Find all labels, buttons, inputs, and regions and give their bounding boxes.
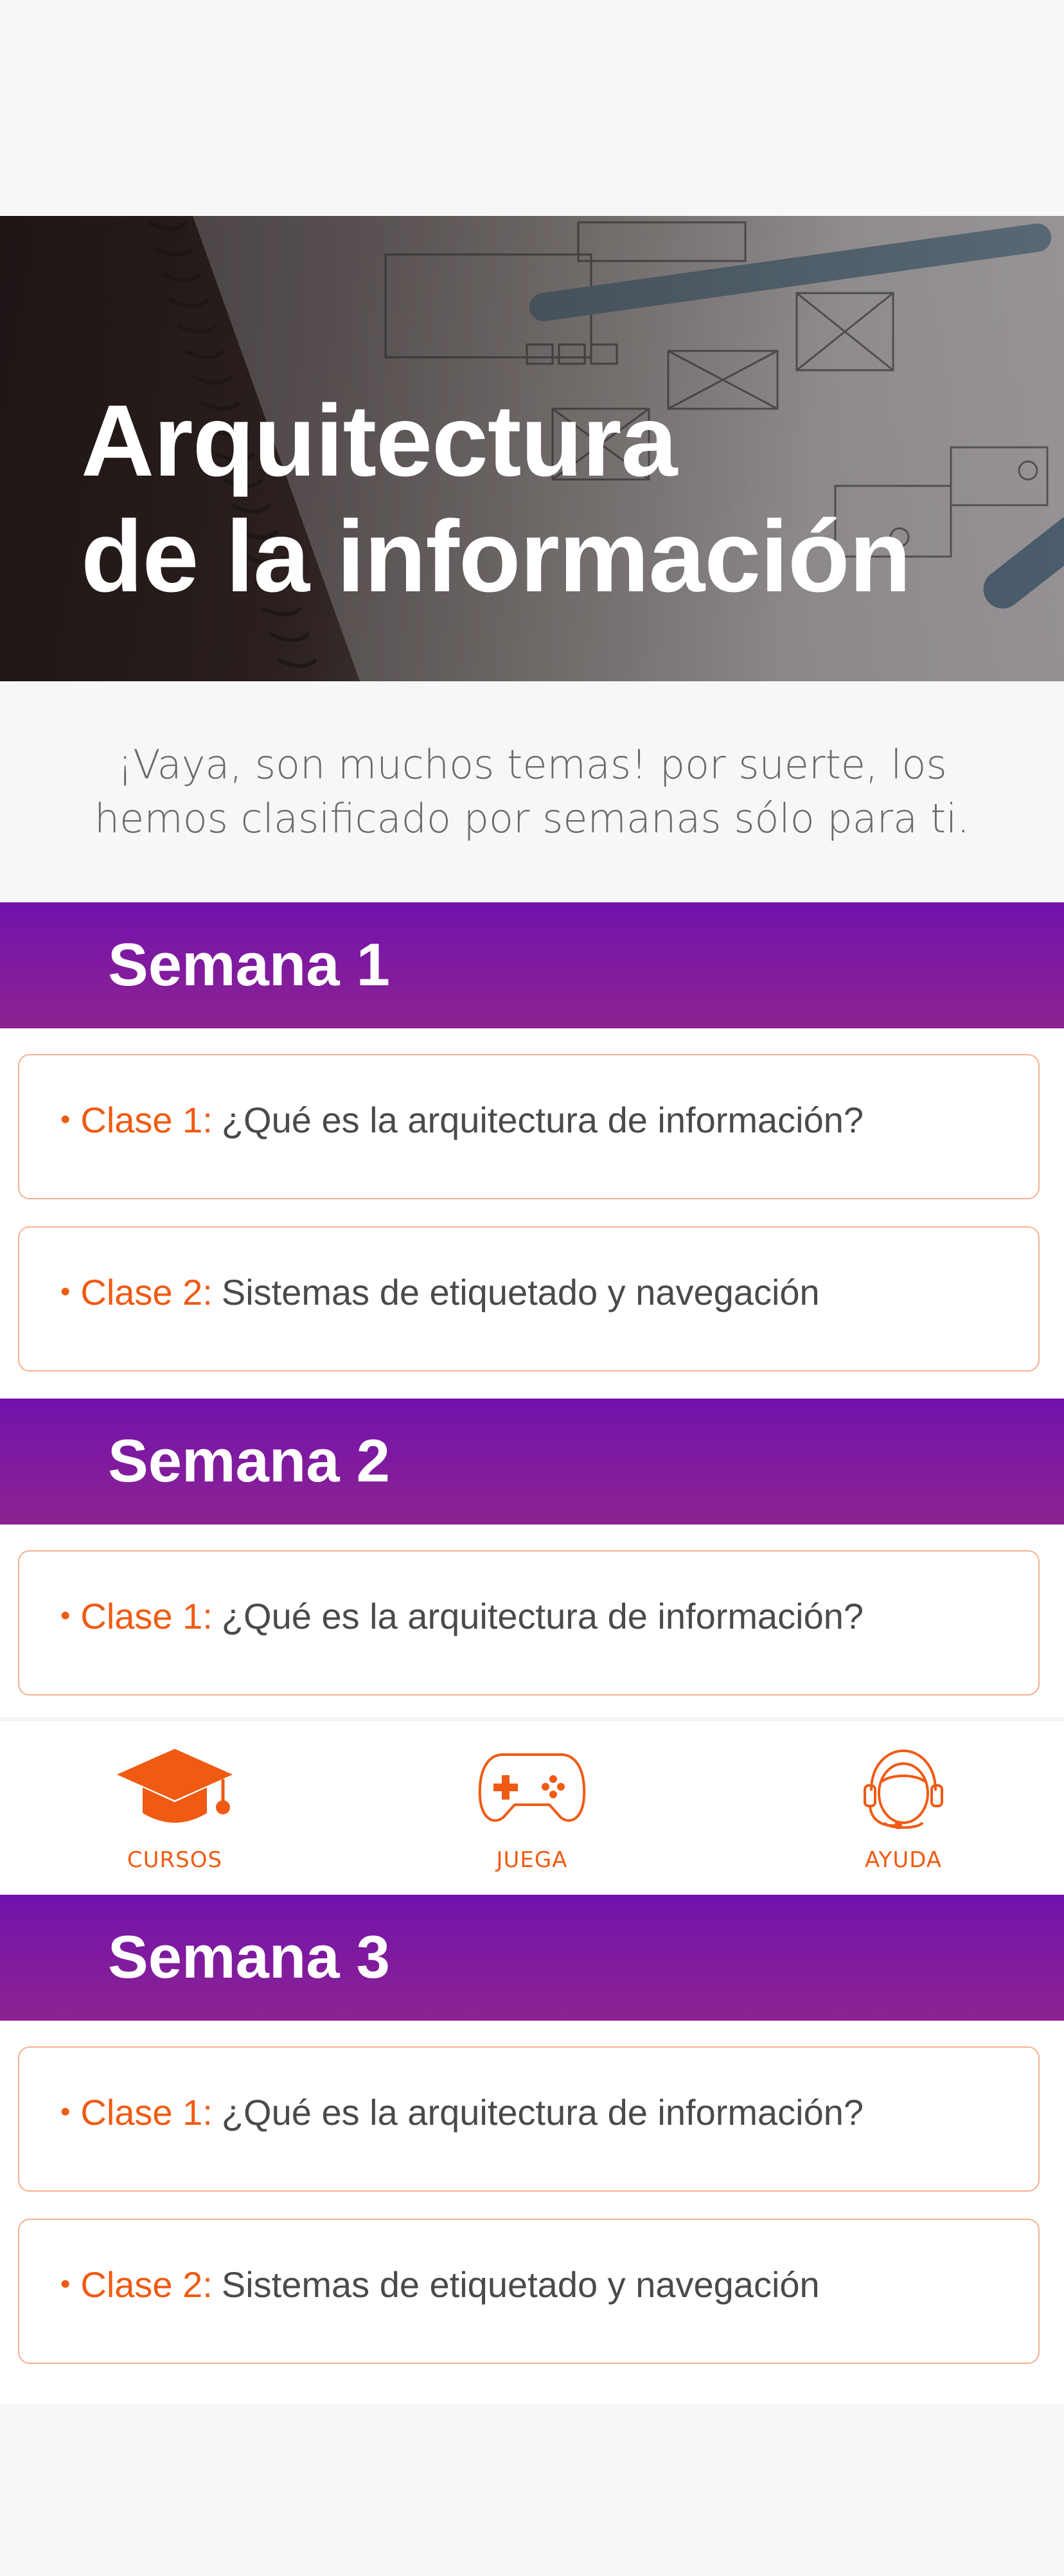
bullet-icon: • bbox=[60, 1104, 71, 1135]
class-label: Clase 1: bbox=[80, 1099, 213, 1140]
class-topic: Sistemas de etiquetado y navegación bbox=[221, 2264, 820, 2305]
class-label: Clase 2: bbox=[80, 2264, 213, 2305]
class-topic: Sistemas de etiquetado y navegación bbox=[221, 1271, 820, 1312]
class-topic: ¿Qué es la arquitectura de información? bbox=[221, 2091, 864, 2133]
bottom-nav-bar: CURSOS JUEGA AYUDA bbox=[0, 1717, 1064, 1895]
class-card-week1-class1[interactable]: • Clase 1: ¿Qué es la arquitectura de in… bbox=[18, 1054, 1040, 1199]
page-title-line-1: Arquitectura bbox=[81, 384, 677, 497]
week-title: Semana 1 bbox=[108, 931, 390, 998]
page-title: Arquitectura de la información bbox=[81, 383, 911, 614]
class-card-week3-class2[interactable]: • Clase 2: Sistemas de etiquetado y nave… bbox=[18, 2219, 1040, 2364]
class-line: • Clase 1: ¿Qué es la arquitectura de in… bbox=[60, 1055, 864, 1184]
nav-label-ayuda: AYUDA bbox=[864, 1847, 943, 1873]
class-label: Clase 2: bbox=[80, 1271, 213, 1312]
week-title: Semana 2 bbox=[108, 1427, 390, 1494]
week-body-3: • Clase 1: ¿Qué es la arquitectura de in… bbox=[0, 2021, 1064, 2404]
hero-banner: Arquitectura de la información bbox=[0, 216, 1064, 681]
class-topic: ¿Qué es la arquitectura de información? bbox=[221, 1595, 864, 1636]
bullet-icon: • bbox=[60, 2096, 71, 2127]
nav-label-juega: JUEGA bbox=[496, 1847, 568, 1873]
class-line: • Clase 2: Sistemas de etiquetado y nave… bbox=[60, 2220, 820, 2348]
class-line: • Clase 1: ¿Qué es la arquitectura de in… bbox=[60, 1552, 864, 1680]
bullet-icon: • bbox=[60, 2268, 71, 2300]
nav-item-ayuda[interactable]: AYUDA bbox=[807, 1721, 1000, 1895]
class-label: Clase 1: bbox=[80, 2091, 213, 2133]
intro-section: ¡Vaya, son muchos temas! por suerte, los… bbox=[0, 681, 1064, 902]
intro-text: ¡Vaya, son muchos temas! por suerte, los… bbox=[94, 741, 970, 842]
week-header-1: Semana 1 bbox=[0, 902, 1064, 1028]
gamepad-icon bbox=[478, 1753, 586, 1822]
graduation-cap-icon bbox=[117, 1749, 233, 1823]
week-header-3: Semana 3 bbox=[0, 1895, 1064, 2021]
class-label: Clase 1: bbox=[80, 1595, 213, 1636]
week-title: Semana 3 bbox=[108, 1923, 390, 1990]
week-header-2: Semana 2 bbox=[0, 1399, 1064, 1525]
class-line: • Clase 2: Sistemas de etiquetado y nave… bbox=[60, 1228, 820, 1356]
bullet-icon: • bbox=[60, 1600, 71, 1631]
support-headset-icon bbox=[864, 1749, 943, 1829]
class-card-week1-class2[interactable]: • Clase 2: Sistemas de etiquetado y nave… bbox=[18, 1226, 1040, 1372]
class-topic: ¿Qué es la arquitectura de información? bbox=[221, 1099, 864, 1140]
week-body-1: • Clase 1: ¿Qué es la arquitectura de in… bbox=[0, 1028, 1064, 1399]
class-card-week2-class1[interactable]: • Clase 1: ¿Qué es la arquitectura de in… bbox=[18, 1550, 1040, 1695]
class-line: • Clase 1: ¿Qué es la arquitectura de in… bbox=[60, 2048, 864, 2176]
nav-item-cursos[interactable]: CURSOS bbox=[78, 1721, 271, 1895]
nav-label-cursos: CURSOS bbox=[127, 1847, 223, 1873]
nav-item-juega[interactable]: JUEGA bbox=[436, 1721, 628, 1895]
week-body-2: • Clase 1: ¿Qué es la arquitectura de in… bbox=[0, 1525, 1064, 1717]
class-card-week3-class1[interactable]: • Clase 1: ¿Qué es la arquitectura de in… bbox=[18, 2046, 1040, 2192]
page-title-line-2: de la información bbox=[81, 500, 911, 613]
bullet-icon: • bbox=[60, 1276, 71, 1307]
